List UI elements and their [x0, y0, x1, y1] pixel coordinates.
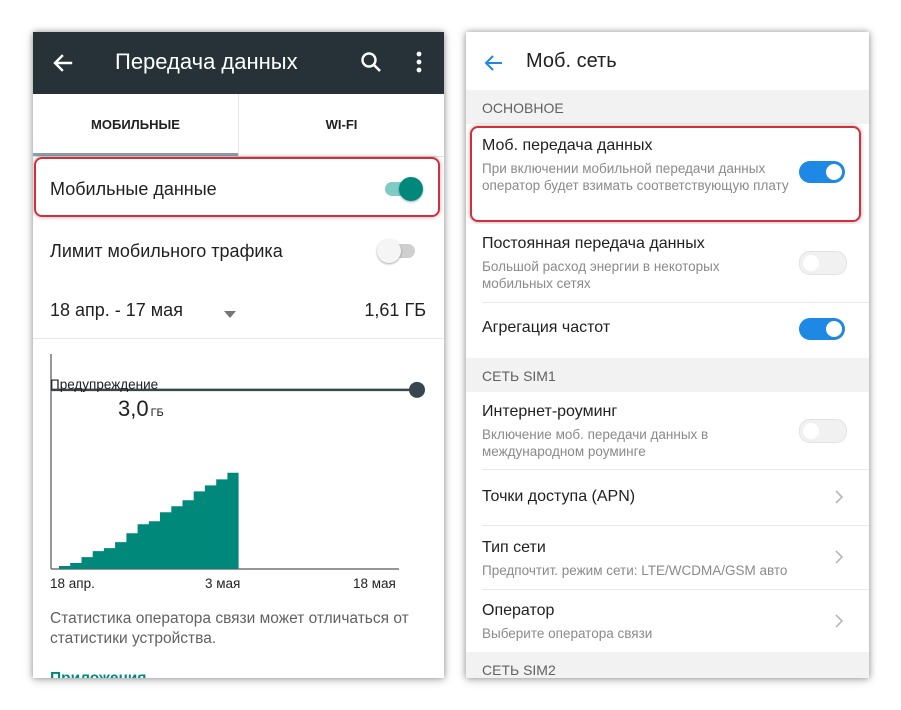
item-title: Постоянная передача данных — [482, 235, 705, 252]
left-screen: Передача данных МОБИЛЬНЫЕ WI-FI Мобильны… — [33, 32, 444, 678]
switch-knob — [826, 321, 842, 337]
aggregation-switch[interactable] — [799, 318, 845, 340]
switch-knob — [803, 423, 819, 439]
warning-label: Предупреждение — [50, 377, 159, 392]
roaming-item[interactable]: Интернет-роуминг Включение моб. передачи… — [466, 392, 869, 468]
item-subtitle: Большой расход энергии в некоторых мобил… — [482, 259, 720, 291]
section-header-sim1: СЕТЬ SIM1 — [466, 358, 869, 392]
arrow-left-icon[interactable] — [483, 52, 505, 74]
roaming-switch[interactable] — [799, 419, 847, 443]
chevron-right-icon — [834, 489, 844, 510]
warning-handle — [409, 381, 425, 398]
item-title: Тип сети — [482, 539, 546, 556]
section-title: СЕТЬ SIM1 — [482, 368, 556, 384]
highlight-frame — [470, 126, 861, 222]
always-on-data-item[interactable]: Постоянная передача данных Большой расхо… — [466, 224, 869, 300]
item-subtitle: Предпочтит. режим сети: LTE/WCDMA/GSM ав… — [482, 563, 788, 578]
app-bar: Моб. сеть — [466, 32, 869, 88]
page-title: Моб. сеть — [526, 50, 617, 72]
always-on-switch[interactable] — [799, 251, 847, 275]
item-subtitle: Включение моб. передачи данных в междуна… — [482, 427, 709, 459]
chevron-right-icon — [834, 549, 844, 570]
apps-section-header: Приложения — [50, 670, 146, 678]
usage-area — [59, 472, 239, 569]
apn-item[interactable]: Точки доступа (APN) — [466, 470, 869, 525]
warning-value-unit: ГБ — [150, 407, 164, 419]
item-title: Точки доступа (APN) — [482, 488, 636, 505]
carrier-aggregation-item[interactable]: Агрегация частот — [466, 303, 869, 356]
network-type-item[interactable]: Тип сети Предпочтит. режим сети: LTE/WCD… — [466, 526, 869, 588]
item-title: Оператор — [482, 602, 555, 619]
chevron-right-icon — [834, 613, 844, 634]
operator-item[interactable]: Оператор Выберите оператора связи — [466, 590, 869, 650]
section-header-sim2: СЕТЬ SIM2 — [466, 652, 869, 678]
right-screen: Моб. сеть ОСНОВНОЕ Моб. передача данных … — [466, 32, 869, 678]
item-title: Интернет-роуминг — [482, 403, 618, 420]
statistics-note: Статистика оператора связи может отличат… — [50, 610, 409, 647]
section-title: СЕТЬ SIM2 — [482, 662, 556, 678]
warning-value: 3,0 ГБ — [118, 396, 164, 422]
switch-knob — [803, 255, 819, 271]
item-title: Агрегация частот — [482, 319, 611, 336]
x-tick-label: 18 апр. — [50, 576, 95, 591]
section-header-main: ОСНОВНОЕ — [466, 90, 869, 124]
x-tick-label: 18 мая — [353, 576, 396, 591]
x-tick-label: 3 мая — [205, 576, 241, 591]
item-subtitle: Выберите оператора связи — [482, 626, 653, 641]
warning-value-number: 3,0 — [118, 396, 149, 421]
section-title: ОСНОВНОЕ — [482, 100, 564, 116]
